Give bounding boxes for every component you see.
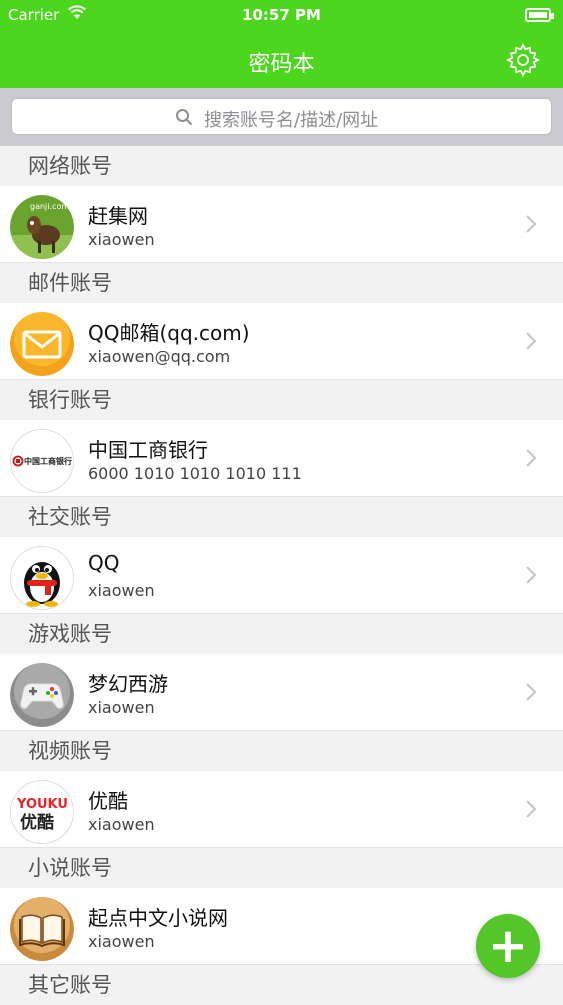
mail-icon (10, 312, 74, 376)
item-name: QQ (88, 551, 120, 575)
item-name: QQ邮箱(qq.com) (88, 321, 250, 345)
list-item-menghuan[interactable]: 梦幻西游 xiaowen (0, 654, 563, 731)
gamepad-icon (10, 663, 74, 727)
list-item-youku[interactable]: YOUKU 优酷 优酷 xiaowen (0, 771, 563, 848)
ganji-logo-icon: ganji.com (10, 195, 74, 259)
youku-logo-cn: 优酷 (20, 812, 54, 833)
page-title: 密码本 (248, 52, 315, 77)
item-account: xiaowen@qq.com (88, 347, 231, 366)
item-name: 梦幻西游 (88, 672, 168, 696)
section-header-bank: 银行账号 (0, 380, 563, 420)
search-placeholder: 搜索账号名/描述/网址 (204, 110, 379, 131)
icbc-logo-icon: 中国工商银行 (10, 429, 74, 493)
item-account: xiaowen (88, 815, 155, 834)
status-bar: Carrier 10:57 PM (0, 0, 563, 32)
search-bar: 搜索账号名/描述/网址 (0, 88, 563, 146)
navigation-bar: 密码本 (0, 32, 563, 88)
section-header-network: 网络账号 (0, 146, 563, 186)
item-account: xiaowen (88, 698, 155, 717)
section-header-social: 社交账号 (0, 497, 563, 537)
gear-icon[interactable] (505, 42, 541, 78)
chevron-right-icon (526, 449, 537, 467)
item-account: xiaowen (88, 230, 155, 249)
search-input[interactable]: 搜索账号名/描述/网址 (11, 98, 552, 135)
chevron-right-icon (526, 683, 537, 701)
plus-icon: + (487, 918, 529, 974)
book-icon (10, 897, 74, 961)
section-header-video: 视频账号 (0, 731, 563, 771)
item-account: xiaowen (88, 932, 155, 951)
item-name: 赶集网 (88, 204, 148, 228)
ganji-logo-text: ganji.com (30, 202, 69, 211)
item-name: 起点中文小说网 (88, 906, 228, 930)
list-item-icbc[interactable]: 中国工商银行 中国工商银行 6000 1010 1010 1010 111 (0, 420, 563, 497)
chevron-right-icon (526, 332, 537, 350)
section-header-novel: 小说账号 (0, 848, 563, 888)
item-account: xiaowen (88, 581, 155, 600)
battery-icon (525, 8, 554, 22)
chevron-right-icon (526, 215, 537, 233)
search-icon (175, 108, 193, 126)
list-item-qq[interactable]: QQ xiaowen (0, 537, 563, 614)
list-item-qqmail[interactable]: QQ邮箱(qq.com) xiaowen@qq.com (0, 303, 563, 380)
qq-penguin-icon (10, 546, 74, 610)
section-header-email: 邮件账号 (0, 263, 563, 303)
section-header-game: 游戏账号 (0, 614, 563, 654)
chevron-right-icon (526, 800, 537, 818)
account-list: 网络账号 ganji.com 赶集网 xiaowen 邮件账号 QQ邮箱(qq.… (0, 146, 563, 1005)
item-account: 6000 1010 1010 1010 111 (88, 464, 302, 483)
add-account-button[interactable]: + (476, 914, 540, 978)
chevron-right-icon (526, 566, 537, 584)
list-item-ganji[interactable]: ganji.com 赶集网 xiaowen (0, 186, 563, 263)
item-name: 中国工商银行 (88, 438, 208, 462)
item-name: 优酷 (88, 789, 128, 813)
icbc-logo-text: 中国工商银行 (24, 456, 72, 466)
status-time: 10:57 PM (242, 6, 321, 24)
youku-logo-text: YOUKU (16, 797, 68, 812)
youku-logo-icon: YOUKU 优酷 (10, 780, 74, 844)
